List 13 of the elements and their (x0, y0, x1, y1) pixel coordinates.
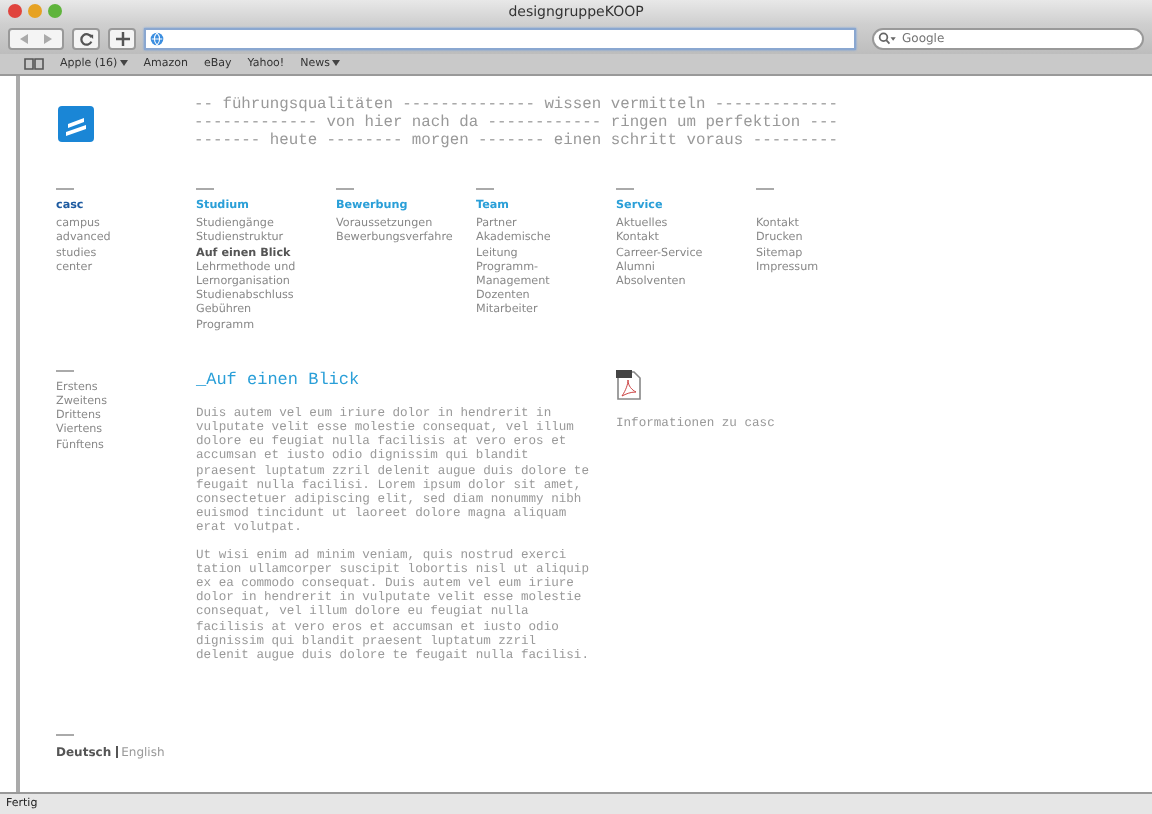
logo-icon (58, 106, 94, 142)
reload-icon (79, 32, 93, 46)
plus-icon (115, 32, 129, 46)
search-icon[interactable] (878, 32, 896, 46)
book-icon[interactable] (24, 58, 44, 70)
arrows-icon (18, 32, 54, 46)
close-button[interactable] (8, 4, 22, 18)
pdf-file-icon[interactable] (616, 369, 642, 400)
reload-button[interactable] (72, 28, 100, 50)
address-field[interactable] (144, 28, 856, 50)
globe-icon (150, 32, 164, 46)
add-button[interactable] (108, 28, 136, 50)
article-title: _Auf einen Blick (196, 369, 362, 390)
